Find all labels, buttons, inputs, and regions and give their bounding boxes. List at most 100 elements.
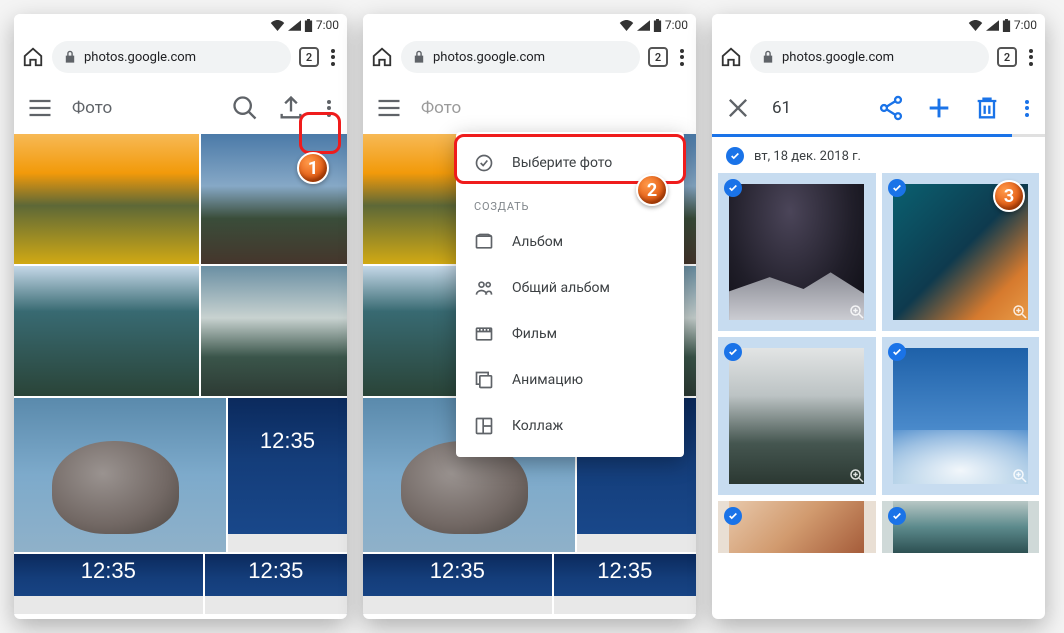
address-bar[interactable]: photos.google.com (52, 41, 291, 73)
photo-thumbnail[interactable] (201, 134, 347, 264)
photo-selected[interactable] (882, 337, 1040, 495)
status-time: 7:00 (1014, 18, 1037, 32)
check-circle-icon (474, 153, 494, 173)
hamburger-icon[interactable] (375, 94, 403, 122)
address-bar[interactable]: photos.google.com (401, 41, 640, 73)
chrome-toolbar: photos.google.com 2 (712, 36, 1045, 82)
photo-thumbnail[interactable] (14, 398, 226, 552)
check-icon (888, 343, 906, 361)
photo-grid (14, 134, 347, 616)
trash-icon[interactable] (973, 94, 1001, 122)
photo-thumbnail[interactable] (228, 398, 347, 552)
selection-grid-row-partial (712, 501, 1045, 553)
upload-icon[interactable] (277, 94, 305, 122)
wifi-icon (619, 20, 634, 31)
browser-menu-icon[interactable] (1025, 43, 1037, 72)
menu-label: Общий альбом (512, 280, 610, 296)
selection-toolbar: 61 (712, 82, 1045, 134)
battery-icon (1002, 19, 1011, 32)
selection-count: 61 (772, 98, 857, 118)
check-icon (888, 179, 906, 197)
photo-thumbnail[interactable] (14, 134, 199, 264)
photo-thumbnail[interactable] (554, 554, 696, 614)
lock-icon (413, 50, 425, 64)
signal-icon (986, 20, 999, 31)
step-marker-2: 2 (636, 174, 668, 206)
tab-count[interactable]: 2 (648, 47, 668, 67)
android-status-bar: 7:00 (14, 14, 347, 36)
screen-1-photos-list: 7:00 photos.google.com 2 Фото (14, 14, 347, 619)
close-icon[interactable] (724, 94, 752, 122)
address-bar[interactable]: photos.google.com (750, 41, 989, 73)
tab-count[interactable]: 2 (299, 47, 319, 67)
chrome-toolbar: photos.google.com 2 (14, 36, 347, 82)
album-icon (474, 232, 494, 252)
status-time: 7:00 (316, 18, 339, 32)
menu-item-collage[interactable]: Коллаж (456, 403, 684, 449)
check-icon (724, 507, 742, 525)
battery-icon (653, 19, 662, 32)
signal-icon (288, 20, 301, 31)
screen-3-selection-mode: 7:00 photos.google.com 2 61 вт, 18 дек. … (712, 14, 1045, 619)
step-marker-3: 3 (993, 180, 1025, 212)
shared-album-icon (474, 278, 494, 298)
photo-thumbnail[interactable] (14, 554, 203, 614)
menu-label: Коллаж (512, 418, 563, 434)
signal-icon (637, 20, 650, 31)
magnify-icon (846, 301, 868, 323)
selection-more-icon[interactable] (1021, 94, 1033, 123)
battery-icon (304, 19, 313, 32)
home-icon[interactable] (22, 46, 44, 68)
tab-count[interactable]: 2 (997, 47, 1017, 67)
menu-label: Альбом (512, 234, 563, 250)
photo-selected[interactable] (718, 501, 876, 553)
lock-icon (762, 50, 774, 64)
lock-icon (64, 50, 76, 64)
date-header[interactable]: вт, 18 дек. 2018 г. (712, 137, 1045, 173)
menu-label: Анимацию (512, 372, 583, 388)
photo-thumbnail[interactable] (201, 266, 347, 396)
menu-item-album[interactable]: Альбом (456, 219, 684, 265)
menu-item-shared-album[interactable]: Общий альбом (456, 265, 684, 311)
share-icon[interactable] (877, 94, 905, 122)
check-icon (724, 179, 742, 197)
app-title: Фото (421, 98, 684, 118)
hamburger-icon[interactable] (26, 94, 54, 122)
menu-label: Выберите фото (512, 155, 612, 171)
app-more-icon[interactable] (323, 94, 335, 123)
wifi-icon (270, 20, 285, 31)
add-icon[interactable] (925, 94, 953, 122)
photo-selected[interactable] (882, 501, 1040, 553)
app-title: Фото (72, 98, 213, 118)
animation-icon (474, 370, 494, 390)
browser-menu-icon[interactable] (676, 43, 688, 72)
date-label: вт, 18 дек. 2018 г. (754, 149, 861, 164)
movie-icon (474, 324, 494, 344)
menu-label: Фильм (512, 326, 557, 342)
photo-selected[interactable] (718, 337, 876, 495)
android-status-bar: 7:00 (712, 14, 1045, 36)
menu-item-movie[interactable]: Фильм (456, 311, 684, 357)
browser-menu-icon[interactable] (327, 43, 339, 72)
url-text: photos.google.com (433, 50, 545, 65)
photo-thumbnail[interactable] (14, 266, 199, 396)
home-icon[interactable] (720, 46, 742, 68)
date-check-icon (726, 147, 744, 165)
photo-selected[interactable] (718, 173, 876, 331)
selection-grid (712, 173, 1045, 495)
photo-thumbnail[interactable] (205, 554, 347, 614)
app-toolbar: Фото (14, 82, 347, 134)
home-icon[interactable] (371, 46, 393, 68)
menu-item-animation[interactable]: Анимацию (456, 357, 684, 403)
chrome-toolbar: photos.google.com 2 (363, 36, 696, 82)
step-marker-1: 1 (297, 152, 329, 184)
wifi-icon (968, 20, 983, 31)
url-text: photos.google.com (84, 50, 196, 65)
photo-thumbnail[interactable] (363, 554, 552, 614)
android-status-bar: 7:00 (363, 14, 696, 36)
url-text: photos.google.com (782, 50, 894, 65)
magnify-icon (846, 465, 868, 487)
search-icon[interactable] (231, 94, 259, 122)
magnify-icon (1009, 465, 1031, 487)
check-icon (724, 343, 742, 361)
